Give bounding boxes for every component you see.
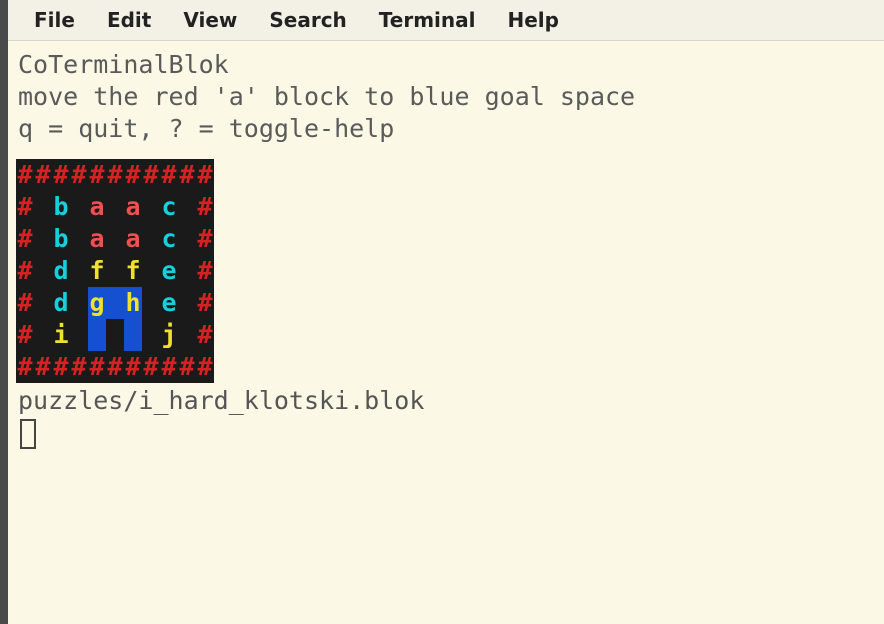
grid-cell: #: [16, 287, 34, 319]
grid-cell: #: [16, 319, 34, 351]
grid-cell: b: [52, 223, 70, 255]
grid-cell: #: [196, 287, 214, 319]
grid-cell: #: [88, 351, 106, 383]
game-grid: ############baac##baac##dffe##dghe##ij##…: [16, 159, 214, 383]
grid-cell: [178, 287, 196, 319]
grid-cell: [142, 287, 160, 319]
grid-cell: #: [124, 351, 142, 383]
grid-cell: #: [160, 351, 178, 383]
grid-cell: [178, 191, 196, 223]
grid-cell: [70, 287, 88, 319]
grid-cell: c: [160, 191, 178, 223]
terminal-output[interactable]: CoTerminalBlok move the red 'a' block to…: [8, 41, 884, 449]
menu-help[interactable]: Help: [492, 4, 575, 36]
grid-cell: #: [160, 159, 178, 191]
grid-cell: #: [34, 159, 52, 191]
grid-cell: #: [196, 191, 214, 223]
grid-cell: d: [52, 287, 70, 319]
grid-cell: [106, 287, 124, 319]
grid-cell: #: [88, 159, 106, 191]
grid-cell: [34, 287, 52, 319]
grid-cell: i: [52, 319, 70, 351]
grid-cell: [34, 319, 52, 351]
grid-cell: #: [70, 159, 88, 191]
terminal-cursor: [20, 419, 36, 449]
grid-cell: [106, 319, 124, 351]
grid-cell: a: [124, 191, 142, 223]
grid-cell: h: [124, 287, 142, 319]
grid-cell: #: [16, 191, 34, 223]
grid-cell: [142, 223, 160, 255]
grid-cell: #: [124, 159, 142, 191]
grid-cell: #: [52, 351, 70, 383]
menu-file[interactable]: File: [18, 4, 91, 36]
menu-terminal[interactable]: Terminal: [363, 4, 492, 36]
game-title: CoTerminalBlok: [18, 49, 884, 81]
grid-cell: a: [124, 223, 142, 255]
grid-cell: #: [16, 255, 34, 287]
grid-cell: #: [16, 159, 34, 191]
grid-cell: a: [88, 191, 106, 223]
grid-cell: [106, 223, 124, 255]
grid-cell: #: [142, 351, 160, 383]
game-instruction: move the red 'a' block to blue goal spac…: [18, 81, 884, 113]
grid-cell: [70, 255, 88, 287]
grid-cell: [70, 319, 88, 351]
grid-cell: b: [52, 191, 70, 223]
grid-cell: [106, 255, 124, 287]
grid-cell: [124, 319, 142, 351]
grid-cell: e: [160, 287, 178, 319]
grid-cell: #: [16, 223, 34, 255]
grid-cell: [34, 255, 52, 287]
file-path: puzzles/i_hard_klotski.blok: [18, 385, 884, 417]
grid-cell: [142, 319, 160, 351]
menubar: File Edit View Search Terminal Help: [8, 0, 884, 41]
grid-cell: [142, 191, 160, 223]
grid-cell: [178, 319, 196, 351]
grid-cell: f: [124, 255, 142, 287]
grid-cell: g: [88, 287, 106, 319]
grid-cell: #: [34, 351, 52, 383]
grid-cell: #: [196, 159, 214, 191]
grid-cell: #: [70, 351, 88, 383]
grid-cell: #: [52, 159, 70, 191]
grid-cell: #: [196, 351, 214, 383]
grid-cell: [142, 255, 160, 287]
grid-cell: e: [160, 255, 178, 287]
menu-view[interactable]: View: [167, 4, 253, 36]
grid-cell: [34, 191, 52, 223]
grid-cell: #: [16, 351, 34, 383]
grid-cell: #: [142, 159, 160, 191]
grid-cell: [106, 191, 124, 223]
grid-cell: #: [106, 159, 124, 191]
grid-cell: #: [106, 351, 124, 383]
grid-cell: f: [88, 255, 106, 287]
grid-cell: [70, 223, 88, 255]
grid-cell: [178, 223, 196, 255]
grid-cell: #: [196, 223, 214, 255]
grid-cell: [178, 255, 196, 287]
grid-cell: #: [178, 159, 196, 191]
grid-cell: #: [178, 351, 196, 383]
grid-cell: d: [52, 255, 70, 287]
grid-cell: j: [160, 319, 178, 351]
grid-cell: [70, 191, 88, 223]
grid-cell: c: [160, 223, 178, 255]
grid-cell: #: [196, 319, 214, 351]
grid-cell: a: [88, 223, 106, 255]
menu-edit[interactable]: Edit: [91, 4, 167, 36]
grid-cell: [88, 319, 106, 351]
grid-cell: #: [196, 255, 214, 287]
grid-cell: [34, 223, 52, 255]
game-help-line: q = quit, ? = toggle-help: [18, 113, 884, 145]
menu-search[interactable]: Search: [253, 4, 362, 36]
